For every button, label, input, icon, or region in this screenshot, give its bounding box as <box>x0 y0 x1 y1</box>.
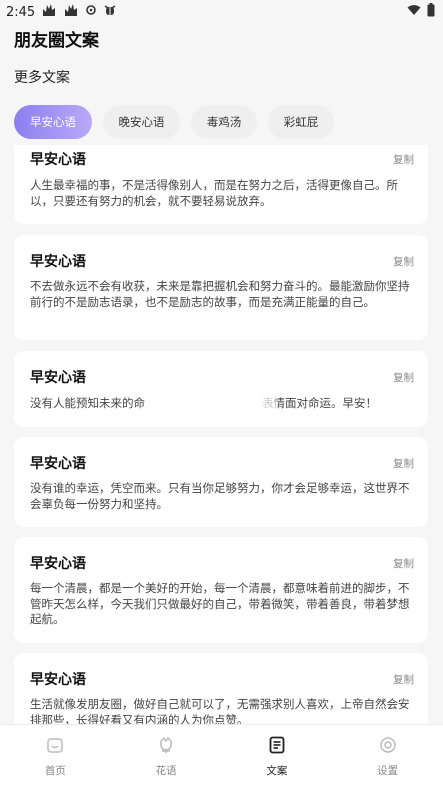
card-text-start: 没有人能预知未来的命 <box>30 396 145 410</box>
nav-flower-label: 花语 <box>155 765 177 777</box>
tab-poison-soup[interactable]: 毒鸡汤 <box>191 105 257 139</box>
card-text: 生活就像发朋友圈，做好自己就可以了，无需强求别人喜欢，上帝自然会安排那些，长得好… <box>30 697 410 724</box>
card-text: 人生最幸福的事，不是活得像别人，而是在努力之后，活得更像自己。所以，只要还有努力… <box>30 178 398 208</box>
settings-icon <box>379 737 396 753</box>
card-title: 早安心语 <box>30 370 86 386</box>
tab-morning[interactable]: 早安心语 <box>14 105 92 139</box>
sync-icon <box>85 4 97 20</box>
page-title: 朋友圈文案 <box>14 31 99 51</box>
card-text-end: 表情面对命运。早安！ <box>262 396 377 410</box>
nav-flower[interactable]: 花语 <box>111 725 222 786</box>
card-title: 早安心语 <box>30 456 86 472</box>
card-title: 早安心语 <box>30 152 86 168</box>
nav-home-label: 首页 <box>44 765 66 777</box>
nav-settings-label: 设置 <box>377 765 399 777</box>
section-title: 更多文案 <box>14 70 70 86</box>
card-title: 早安心语 <box>30 254 86 270</box>
copy-button[interactable]: 复制 <box>393 556 414 571</box>
copy-button[interactable]: 复制 <box>393 672 414 687</box>
card-title: 早安心语 <box>30 556 86 572</box>
card-text: 没有谁的幸运，凭空而来。只有当你足够努力，你才会足够幸运，这世界不会辜负每一份努… <box>30 481 410 511</box>
copy-button[interactable]: 复制 <box>393 370 414 385</box>
nav-settings[interactable]: 设置 <box>332 725 443 786</box>
card-text: 每一个清晨，都是一个美好的开始，每一个清晨，都意味着前进的脚步，不管昨天怎么样，… <box>30 581 410 626</box>
tab-night[interactable]: 晚安心语 <box>103 105 180 139</box>
bug-icon <box>103 3 117 21</box>
fire-notification-icon <box>41 3 57 21</box>
quote-card: 早安心语 复制 没有人能预知未来的命 表情面对命运。早安！ <box>14 351 428 427</box>
quote-card: 早安心语 复制 人生最幸福的事，不是活得像别人，而是在努力之后，活得更像自己。所… <box>14 145 428 224</box>
card-text: 不去做永远不会有收获，未来是靠把握机会和努力奋斗的。最能激励你坚持前行的不是励志… <box>30 279 410 309</box>
document-icon <box>269 736 285 754</box>
card-title: 早安心语 <box>30 672 86 688</box>
quote-card: 早安心语 复制 生活就像发朋友圈，做好自己就可以了，无需强求别人喜欢，上帝自然会… <box>14 653 428 724</box>
nav-copywriting[interactable]: 文案 <box>222 725 333 786</box>
quote-card: 早安心语 复制 不去做永远不会有收获，未来是靠把握机会和努力奋斗的。最能激励你坚… <box>14 235 428 340</box>
home-icon <box>47 738 64 753</box>
status-right <box>407 3 435 21</box>
quote-card: 早安心语 复制 每一个清晨，都是一个美好的开始，每一个清晨，都意味着前进的脚步，… <box>14 537 428 643</box>
status-left: 2:45 <box>6 3 117 21</box>
battery-icon <box>427 3 435 21</box>
tab-rainbow[interactable]: 彩虹屁 <box>268 105 334 139</box>
bottom-nav: 首页 花语 文案 设置 <box>0 724 443 786</box>
copy-button[interactable]: 复制 <box>393 152 414 167</box>
status-bar: 2:45 <box>0 0 443 24</box>
status-time: 2:45 <box>6 4 36 20</box>
app-screen: 2:45 朋友圈文案 更多文案 早安心语 晚安心语 毒鸡汤 彩虹屁 早安心语 复… <box>0 0 443 786</box>
copy-button[interactable]: 复制 <box>393 254 414 269</box>
nav-copywriting-label: 文案 <box>266 765 288 777</box>
copy-button[interactable]: 复制 <box>393 456 414 471</box>
blur-overlay <box>146 392 276 412</box>
quote-feed[interactable]: 早安心语 复制 人生最幸福的事，不是活得像别人，而是在努力之后，活得更像自己。所… <box>0 145 443 724</box>
flower-icon <box>160 736 172 753</box>
fire-notification-icon-2 <box>63 3 79 21</box>
nav-home[interactable]: 首页 <box>0 725 111 786</box>
wifi-icon <box>407 4 421 20</box>
category-tabs: 早安心语 晚安心语 毒鸡汤 彩虹屁 <box>14 105 334 139</box>
quote-card: 早安心语 复制 没有谁的幸运，凭空而来。只有当你足够努力，你才会足够幸运，这世界… <box>14 437 428 527</box>
